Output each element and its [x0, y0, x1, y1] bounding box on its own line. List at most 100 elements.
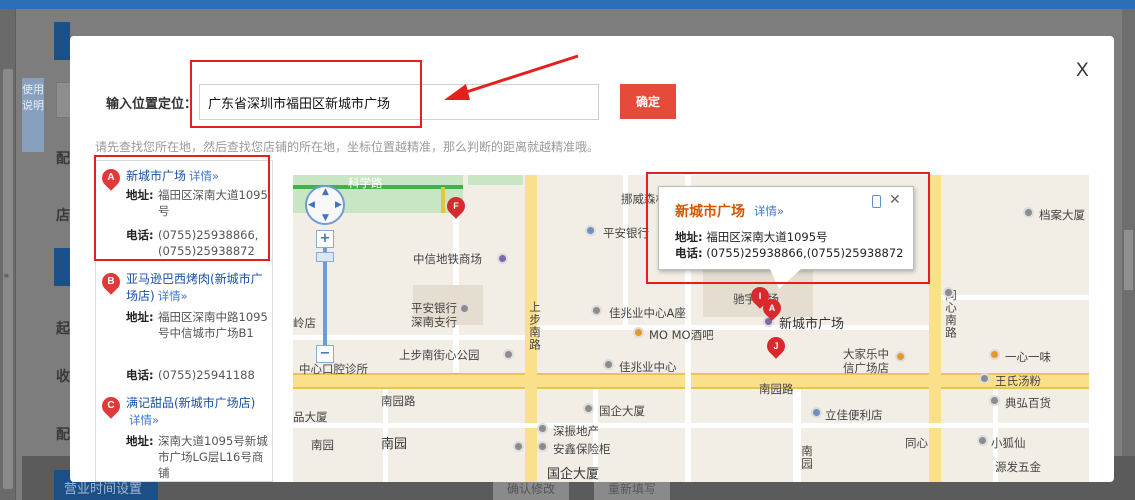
- poi-icon[interactable]: [943, 287, 954, 298]
- info-phone: (0755)25938866,(0755)25938872: [706, 246, 904, 260]
- background-label: 收: [56, 369, 70, 385]
- info-address: 福田区深南大道1095号: [706, 230, 828, 244]
- map-label: 王氏汤粉: [995, 374, 1041, 388]
- poi-icon[interactable]: [977, 435, 988, 446]
- info-window-tail: [770, 269, 801, 289]
- info-phone-label: 电话:: [675, 246, 703, 260]
- food-icon[interactable]: [895, 351, 906, 362]
- map-label: 中心口腔诊所: [299, 362, 368, 376]
- result-name[interactable]: 满记甜品(新城市广场店): [126, 396, 255, 410]
- background-label: 店: [56, 208, 70, 224]
- map-label: 岭店: [293, 316, 316, 330]
- pan-control[interactable]: ▲ ▼ ◀ ▶: [305, 185, 345, 225]
- info-close-icon[interactable]: ✕: [889, 192, 901, 208]
- confirm-button[interactable]: 确定: [620, 84, 676, 119]
- map-label: 深振地产: [553, 424, 599, 438]
- background-label: 配: [56, 427, 70, 443]
- map-label: 安鑫保险柜: [553, 442, 611, 456]
- address-label: 地址:: [126, 188, 154, 202]
- bank-icon[interactable]: [811, 407, 822, 418]
- map-label: 平安银行深南支行: [411, 301, 457, 329]
- pan-right-icon[interactable]: ▶: [335, 200, 342, 210]
- map-label: 佳兆业中心: [619, 360, 677, 374]
- pan-left-icon[interactable]: ◀: [308, 200, 315, 210]
- poi-icon[interactable]: [537, 423, 548, 434]
- zoom-in-button[interactable]: +: [316, 230, 334, 248]
- pan-down-icon[interactable]: ▼: [322, 213, 329, 223]
- background-top-bar: [0, 0, 1135, 9]
- poi-icon[interactable]: [459, 303, 470, 314]
- map-label: 国企大厦: [547, 467, 600, 482]
- marker-b-icon: B: [98, 269, 124, 295]
- result-item-a[interactable]: A 新城市广场 详情» 地址: 福田区深南大道1095号 电话: (0755)25…: [96, 165, 272, 261]
- background-section-header: [54, 248, 70, 286]
- poi-icon[interactable]: [591, 305, 602, 316]
- address-label: 地址:: [126, 310, 154, 324]
- marker-a-icon: A: [98, 165, 124, 191]
- poi-icon[interactable]: [603, 359, 614, 370]
- map-label: 一心一味: [1005, 350, 1051, 364]
- info-details-link[interactable]: 详情»: [754, 203, 784, 219]
- marker-a-icon[interactable]: A: [759, 295, 785, 321]
- phone-label: 电话:: [126, 368, 154, 382]
- poi-icon[interactable]: [1023, 207, 1034, 218]
- metro-icon[interactable]: [497, 253, 508, 264]
- map-label: 上步南路: [528, 301, 542, 351]
- marker-f-icon[interactable]: F: [443, 193, 469, 219]
- bank-icon[interactable]: [585, 225, 596, 236]
- info-title: 新城市广场: [675, 204, 745, 220]
- annotation-arrow-icon: [444, 54, 579, 100]
- hint-text: 请先查找您所在地，然后查找您店铺的所在地，坐标位置越精准，那么判断的距离就越精准…: [95, 140, 600, 154]
- details-link[interactable]: 详情»: [158, 289, 188, 303]
- result-address: 深南大道1095号新城市广场LG层L16号商铺: [158, 434, 268, 480]
- poi-icon[interactable]: [537, 441, 548, 452]
- result-address: 福田区深南中路1095号中信城市广场B1: [158, 310, 268, 340]
- map-info-window: 新城市广场 详情» ✕ 地址: 福田区深南大道1095号 电话: (0755)2…: [658, 186, 914, 270]
- map-label: 南园: [311, 438, 334, 452]
- marker-j-icon[interactable]: J: [763, 333, 789, 359]
- mobile-phone-icon[interactable]: [872, 195, 881, 208]
- details-link[interactable]: 详情»: [189, 169, 219, 183]
- search-results-list[interactable]: A 新城市广场 详情» 地址: 福田区深南大道1095号 电话: (0755)25…: [95, 160, 273, 482]
- map-label: 小狐仙: [991, 436, 1026, 450]
- details-link[interactable]: 详情»: [129, 413, 159, 427]
- map-label: 新城市广场: [779, 317, 845, 332]
- right-scrollbar-thumb[interactable]: [1124, 230, 1133, 290]
- info-address-label: 地址:: [675, 230, 703, 244]
- map-label: 同心: [905, 436, 928, 450]
- location-label: 输入位置定位：: [106, 97, 198, 112]
- help-tab[interactable]: 使用说明: [22, 78, 44, 152]
- result-item-b[interactable]: B 亚马逊巴西烤肉(新城市广场店) 详情» 地址: 福田区深南中路1095号中信城…: [96, 269, 272, 389]
- poi-icon[interactable]: [979, 373, 990, 384]
- poi-icon[interactable]: [989, 395, 1000, 406]
- zoom-slider-knob[interactable]: [316, 252, 334, 262]
- park-icon[interactable]: [503, 349, 514, 360]
- map-label: MO MO酒吧: [649, 328, 714, 342]
- map-label: 上步南街心公园: [399, 348, 480, 362]
- left-scrollbar[interactable]: ≡: [0, 9, 16, 500]
- map-label: 南园: [381, 437, 408, 452]
- modal-close-button[interactable]: X: [1076, 60, 1089, 82]
- poi-icon[interactable]: [583, 403, 594, 414]
- map-label: 佳兆业中心A座: [609, 306, 686, 320]
- result-phone: (0755)25938866,(0755)25938872: [158, 228, 259, 258]
- map-label: 南园路: [381, 394, 416, 408]
- result-item-c[interactable]: C 满记甜品(新城市广场店) 详情» 地址: 深南大道1095号新城市广场LG层L…: [96, 393, 272, 481]
- map-label: 品大厦: [293, 410, 328, 424]
- map-label: 源发五金: [995, 460, 1041, 474]
- scrollbar-grip-icon: ≡: [4, 271, 9, 280]
- phone-label: 电话:: [126, 228, 154, 242]
- map-label: 档案大厦: [1039, 208, 1085, 222]
- marker-c-icon: C: [98, 393, 124, 419]
- result-name[interactable]: 亚马逊巴西烤肉(新城市广场店): [126, 272, 263, 303]
- metro-icon[interactable]: [513, 441, 524, 452]
- zoom-out-button[interactable]: −: [316, 345, 334, 363]
- food-icon[interactable]: [989, 349, 1000, 360]
- background-label: 配: [56, 151, 70, 167]
- map-label: 中信地铁商场: [413, 252, 482, 266]
- pan-up-icon[interactable]: ▲: [322, 187, 329, 197]
- map-label: 平安银行: [603, 226, 649, 240]
- food-icon[interactable]: [633, 327, 644, 338]
- map-label: 南园: [800, 445, 814, 470]
- result-name[interactable]: 新城市广场: [126, 169, 186, 183]
